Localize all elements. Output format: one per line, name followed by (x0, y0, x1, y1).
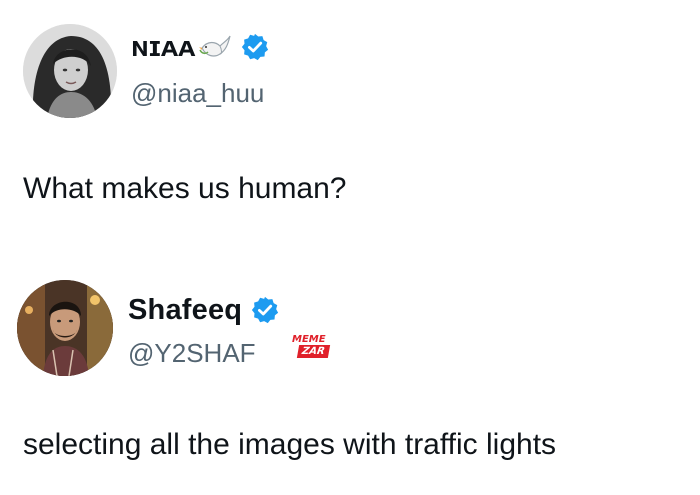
verified-badge-icon (241, 33, 268, 61)
watermark-top-text: MEME (292, 334, 326, 345)
verified-badge-icon (252, 296, 279, 324)
avatar-photo (17, 280, 113, 376)
tweet-text: selecting all the images with traffic li… (23, 428, 557, 461)
display-name[interactable]: ɴɪᴀᴀ (131, 31, 196, 64)
dove-emoji-icon (198, 35, 231, 57)
memezar-watermark: MEME ZAR (288, 334, 334, 364)
tweet-text: What makes us human? (23, 172, 347, 205)
avatar[interactable] (17, 280, 113, 376)
display-name-row: Shafeeq (128, 290, 280, 330)
tweet-card: ɴɪᴀᴀ @niaa_huu What makes us human? (0, 0, 700, 240)
watermark-bottom-text: ZAR (296, 345, 330, 358)
user-handle[interactable]: @Y2SHAF (128, 338, 256, 369)
user-handle[interactable]: @niaa_huu (131, 78, 264, 109)
display-name[interactable]: Shafeeq (128, 294, 242, 327)
tweet-card: Shafeeq @Y2SHAF selecting all the images… (0, 260, 700, 495)
avatar-photo (23, 24, 117, 118)
display-name-row: ɴɪᴀᴀ (131, 27, 270, 67)
avatar[interactable] (23, 24, 117, 118)
